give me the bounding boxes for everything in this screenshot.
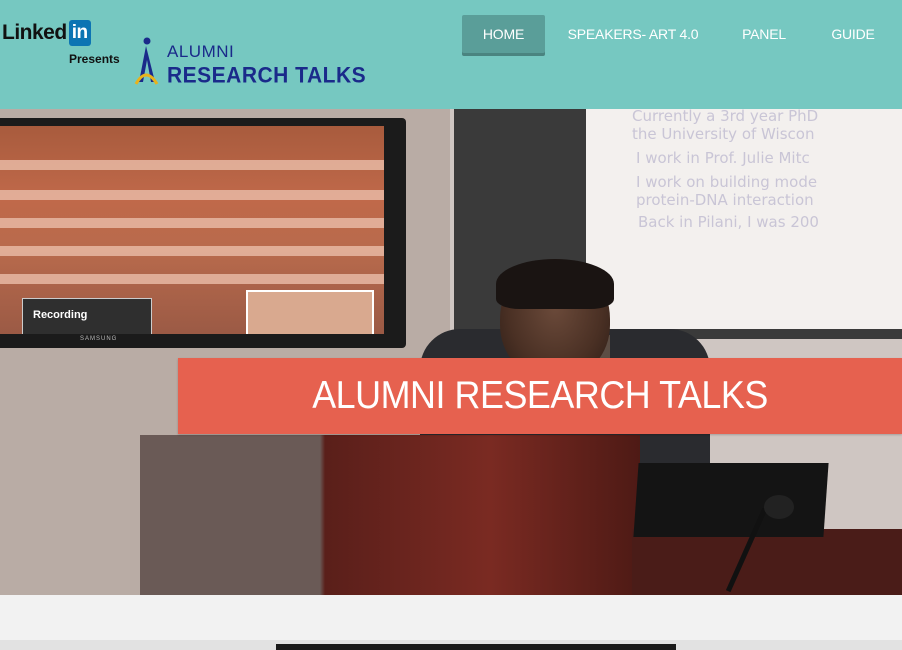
nav-home[interactable]: HOME [462, 15, 545, 53]
nav-guide[interactable]: GUIDE [820, 15, 886, 53]
hero-banner: ALUMNI RESEARCH TALKS [178, 358, 902, 434]
tv-recording-box: Recording [22, 298, 152, 334]
slide-line: the University of Wiscon [632, 125, 815, 143]
hero-photo-desk [632, 529, 902, 595]
section-dark-strip [276, 644, 676, 650]
slide-line: Back in Pilani, I was 200 [638, 213, 819, 231]
logo-research-talks-text: RESEARCH TALKS [167, 63, 367, 88]
tv-speaker-inset [246, 290, 374, 334]
slide-line: Currently a 3rd year PhD [632, 109, 819, 125]
projector-slide: Currently a 3rd year PhD the University … [586, 109, 902, 329]
slide-line: protein-DNA interaction [636, 191, 814, 209]
slide-line: I work in Prof. Julie Mitc [636, 149, 810, 167]
hero-photo-tv: Recording SAMSUNG [0, 118, 406, 348]
tv-classroom-row [0, 274, 384, 284]
hero-photo-laptop [633, 463, 829, 537]
tv-recording-label: Recording [33, 309, 88, 321]
tv-screen: Recording [0, 126, 384, 334]
tv-classroom-row [0, 160, 384, 170]
hero-banner-title: ALUMNI RESEARCH TALKS [312, 374, 768, 417]
hero-photo-podium [140, 435, 640, 595]
tv-brand-label: SAMSUNG [80, 336, 118, 342]
main-nav: HOME SPEAKERS- ART 4.0 PANEL GUIDE [0, 15, 902, 55]
nav-panel[interactable]: PANEL [730, 15, 798, 53]
tv-classroom-row [0, 246, 384, 256]
content-section [0, 595, 902, 650]
tv-classroom-row [0, 190, 384, 200]
site-header: Linked in Presents ALUMNI RESEARCH TALKS… [0, 0, 902, 109]
slide-line: I work on building mode [636, 173, 818, 191]
tv-classroom-row [0, 218, 384, 228]
microphone-icon [764, 495, 794, 519]
nav-speakers[interactable]: SPEAKERS- ART 4.0 [560, 15, 706, 53]
hero-section: Recording SAMSUNG Currently a 3rd year P… [0, 109, 902, 595]
hero-photo-speaker-hair [496, 259, 614, 309]
